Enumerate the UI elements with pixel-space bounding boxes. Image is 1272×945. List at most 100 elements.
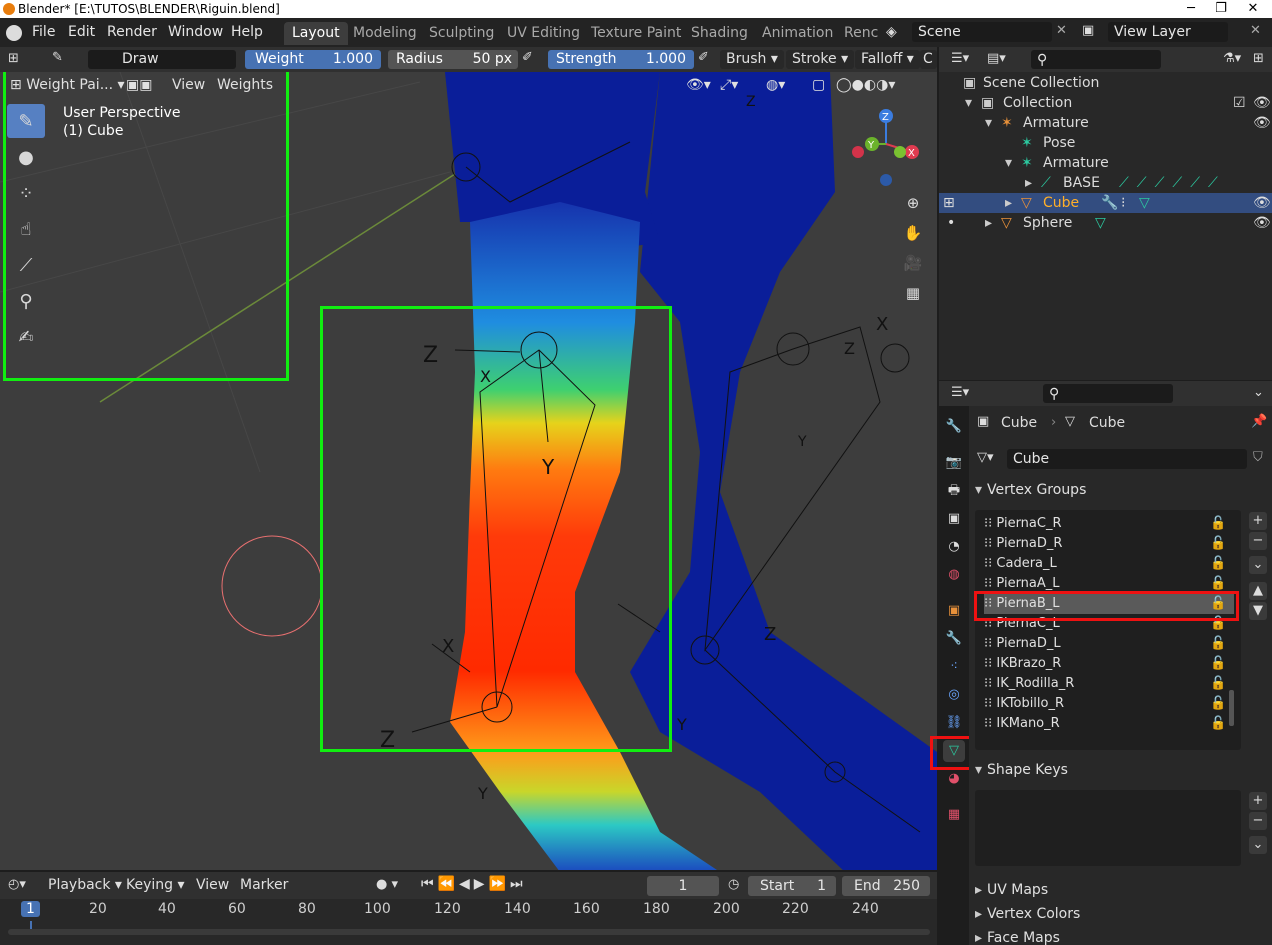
add-vertex-group-button[interactable]: + xyxy=(1249,512,1267,530)
tab-animation[interactable]: Animation xyxy=(754,22,841,45)
brush-menu[interactable]: Brush ▾ xyxy=(720,50,784,69)
mesh-browse-icon[interactable]: ▽▾ xyxy=(977,450,994,465)
pressure-icon[interactable]: ✐ xyxy=(522,50,533,65)
output-tab-icon[interactable]: 🖶 xyxy=(943,480,965,502)
filter-icon[interactable]: ⚗▾ xyxy=(1223,51,1241,66)
close-icon[interactable]: ✕ xyxy=(1250,23,1261,38)
list-item[interactable]: ⁝⁝ IKBrazo_R 🔓 xyxy=(984,654,1234,674)
scene-tab-icon[interactable]: ◔ xyxy=(943,536,965,558)
material-tab-icon[interactable]: ◕ xyxy=(943,768,965,790)
face-maps-panel-header[interactable]: ▸ Face Maps xyxy=(969,926,1272,945)
checkbox-icon[interactable]: ☑ xyxy=(1233,93,1246,113)
outliner-row-pose[interactable]: ✶ Pose xyxy=(939,133,1272,153)
lock-icon[interactable]: 🔓 xyxy=(1210,554,1226,574)
start-frame-field[interactable]: Start 1 xyxy=(748,876,836,896)
outliner-row-cube[interactable]: ⊞ ▸ ▽ Cube 🔧 ⁝ ▽ 👁 xyxy=(939,193,1272,213)
expand-arrow-icon[interactable]: ▸ xyxy=(1025,173,1032,193)
display-mode-icon[interactable]: ▤▾ xyxy=(987,51,1006,66)
shape-keys-list[interactable] xyxy=(975,790,1241,866)
eye-icon[interactable]: 👁 xyxy=(1253,213,1271,233)
lock-icon[interactable]: 🔓 xyxy=(1210,534,1226,554)
visibility-icon[interactable]: 👁▾ xyxy=(682,75,715,95)
tab-shading[interactable]: Shading xyxy=(683,22,756,45)
outliner-row-armature[interactable]: ▾ ✶ Armature 👁 xyxy=(939,113,1272,133)
outliner-row-armature-data[interactable]: ▾ ✶ Armature xyxy=(939,153,1272,173)
timeline-editor-icon[interactable]: ◴▾ xyxy=(8,877,26,892)
current-frame-field[interactable]: 1 xyxy=(647,876,719,896)
record-icon[interactable]: ● ▾ xyxy=(376,877,398,892)
strength-slider[interactable]: Strength 1.000 xyxy=(548,50,694,69)
eye-icon[interactable]: 👁 xyxy=(1253,93,1271,113)
view-layer-icon[interactable]: ▣ xyxy=(1082,23,1094,38)
tab-rendering[interactable]: Renc xyxy=(836,22,886,45)
list-item[interactable]: ⁝⁝ PiernaC_R 🔓 xyxy=(984,514,1234,534)
pan-icon[interactable]: ✋ xyxy=(900,220,926,246)
tab-texture-paint[interactable]: Texture Paint xyxy=(583,22,689,45)
timeline-scrollbar[interactable] xyxy=(8,929,930,935)
gizmo-icon[interactable]: ⤢▾ xyxy=(716,75,742,95)
shape-keys-panel-header[interactable]: ▾ Shape Keys xyxy=(969,758,1272,782)
radius-slider[interactable]: Radius 50 px xyxy=(388,50,518,69)
tool-tab-icon[interactable]: 🔧 xyxy=(943,416,965,438)
texture-tab-icon[interactable]: ▦ xyxy=(943,804,965,826)
overlays-icon[interactable]: ◍▾ xyxy=(762,75,789,95)
keying-menu[interactable]: Keying ▾ xyxy=(122,875,189,895)
list-item[interactable]: ⁝⁝ IK_Rodilla_R 🔓 xyxy=(984,674,1234,694)
outliner-row-base[interactable]: ▸ ⟋ BASE ⟋⟋⟋⟋⟋⟋ xyxy=(939,173,1272,193)
fake-user-icon[interactable]: ⛉ xyxy=(1253,450,1263,465)
outliner-row-collection[interactable]: ▾ ▣ Collection ☑ 👁 xyxy=(939,93,1272,113)
tab-modeling[interactable]: Modeling xyxy=(345,22,425,45)
list-item[interactable]: ⁝⁝ Cadera_L 🔓 xyxy=(984,554,1234,574)
scene-field[interactable]: Scene xyxy=(912,22,1052,42)
list-item[interactable]: ⁝⁝ PiernaD_L 🔓 xyxy=(984,634,1234,654)
view-layer-tab-icon[interactable]: ▣ xyxy=(943,508,965,530)
pressure-icon[interactable]: ✐ xyxy=(698,50,709,65)
tab-sculpting[interactable]: Sculpting xyxy=(421,22,502,45)
world-tab-icon[interactable]: ◍ xyxy=(943,564,965,586)
mesh-name-field[interactable]: Cube xyxy=(1007,449,1247,469)
weight-paint-mode-icon[interactable]: ⊞ xyxy=(943,193,955,213)
eye-icon[interactable]: 👁 xyxy=(1253,113,1271,133)
minimize-button[interactable]: ─ xyxy=(1176,0,1206,18)
menu-render[interactable]: Render xyxy=(107,24,157,40)
close-icon[interactable]: ✕ xyxy=(1056,23,1067,38)
clock-icon[interactable]: ◷ xyxy=(728,877,739,892)
render-tab-icon[interactable]: 📷 xyxy=(943,452,965,474)
list-item[interactable]: ⁝⁝ IKMano_R 🔓 xyxy=(984,714,1234,734)
pin-icon[interactable]: 📌 xyxy=(1251,414,1267,429)
properties-search-input[interactable]: ⚲ xyxy=(1043,384,1173,403)
brush-name-field[interactable]: Draw xyxy=(88,50,236,69)
playback-menu[interactable]: Playback ▾ xyxy=(44,875,126,895)
expand-arrow-icon[interactable]: ▾ xyxy=(965,93,972,113)
vertex-group-specials-button[interactable]: ⌄ xyxy=(1249,556,1267,574)
remove-vertex-group-button[interactable]: − xyxy=(1249,532,1267,550)
vertex-groups-list[interactable]: ⁝⁝ PiernaC_R 🔓 ⁝⁝ PiernaD_R 🔓 ⁝⁝ Cadera_L 🔓… xyxy=(975,510,1241,750)
outliner-search-input[interactable]: ⚲ xyxy=(1031,50,1161,69)
end-frame-field[interactable]: End 250 xyxy=(842,876,930,896)
uv-maps-panel-header[interactable]: ▸ UV Maps xyxy=(969,878,1272,902)
expand-arrow-icon[interactable]: ▾ xyxy=(1005,153,1012,173)
lock-icon[interactable]: 🔓 xyxy=(1210,634,1226,654)
shape-key-specials-button[interactable]: ⌄ xyxy=(1249,836,1267,854)
playback-controls-icon[interactable]: ⏮⏪◀▶⏩⏭ xyxy=(421,876,527,892)
falloff-menu[interactable]: Falloff ▾ xyxy=(855,50,920,69)
stroke-menu[interactable]: Stroke ▾ xyxy=(786,50,855,69)
cursor-menu[interactable]: C xyxy=(920,50,937,69)
menu-edit[interactable]: Edit xyxy=(68,24,95,40)
lock-icon[interactable]: 🔓 xyxy=(1210,694,1226,714)
lock-icon[interactable]: 🔓 xyxy=(1210,654,1226,674)
object-tab-icon[interactable]: ▣ xyxy=(943,600,965,622)
menu-file[interactable]: File xyxy=(32,24,55,40)
list-scrollbar[interactable] xyxy=(1229,690,1234,726)
expand-arrow-icon[interactable]: ▸ xyxy=(1005,193,1012,213)
properties-editor-icon[interactable]: ☰▾ xyxy=(951,385,969,400)
xray-toggle-icon[interactable]: ▢ xyxy=(808,75,829,95)
outliner-row-scene-collection[interactable]: ▣ Scene Collection xyxy=(939,73,1272,93)
menu-window[interactable]: Window xyxy=(168,24,223,40)
outliner-editor-icon[interactable]: ☰▾ xyxy=(951,51,969,66)
vertex-colors-panel-header[interactable]: ▸ Vertex Colors xyxy=(969,902,1272,926)
new-collection-icon[interactable]: ⊞ xyxy=(1253,51,1264,66)
list-item[interactable]: ⁝⁝ IKTobillo_R 🔓 xyxy=(984,694,1234,714)
eye-icon[interactable]: 👁 xyxy=(1253,193,1271,213)
outliner-row-sphere[interactable]: • ▸ ▽ Sphere ▽ 👁 xyxy=(939,213,1272,233)
